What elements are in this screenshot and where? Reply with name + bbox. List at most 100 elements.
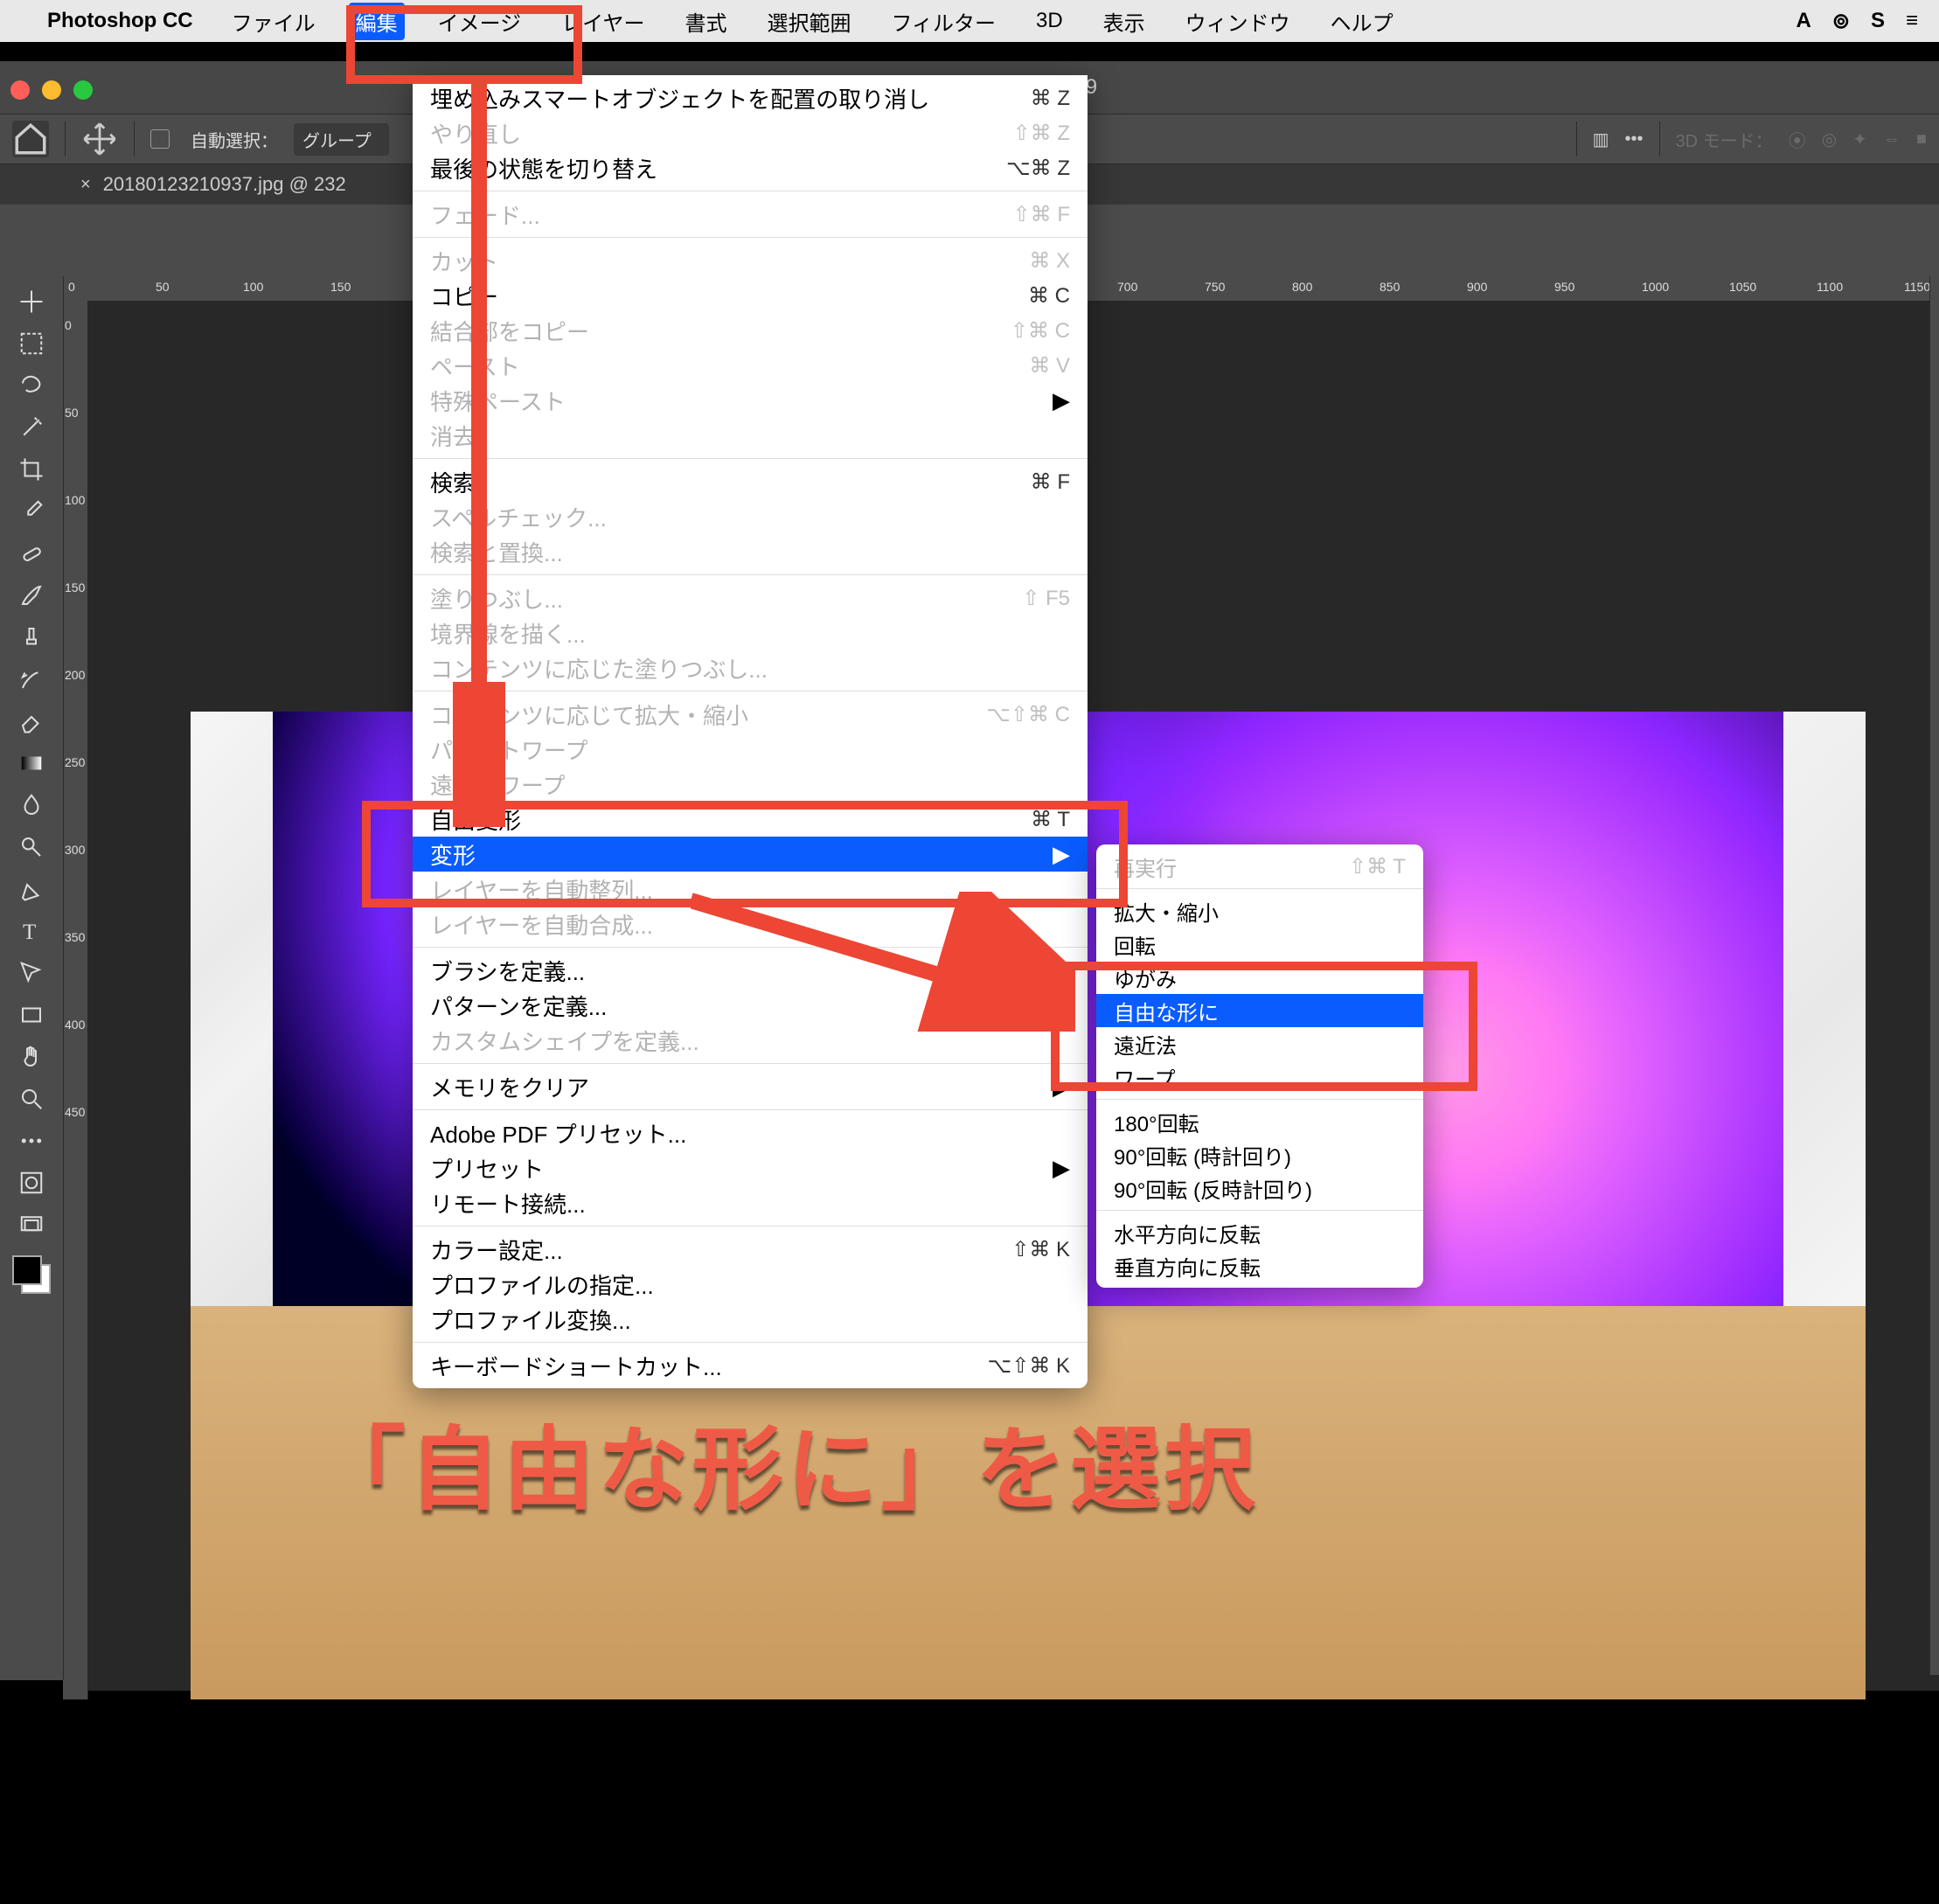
- menu-item[interactable]: キーボードショートカット...⌥⇧⌘ K: [413, 1348, 1088, 1383]
- menu-item[interactable]: 変形▶: [413, 837, 1088, 872]
- menu-window[interactable]: ウィンドウ: [1178, 3, 1297, 40]
- dodge-tool[interactable]: [14, 827, 49, 867]
- transform-submenu: 再実行⇧⌘ T拡大・縮小回転ゆがみ自由な形に遠近法ワープ180°回転90°回転 …: [1096, 844, 1423, 1288]
- cc-icon[interactable]: ⊚: [1832, 9, 1850, 34]
- ruler-vertical[interactable]: 050100150200250300350400450: [63, 301, 88, 1699]
- 3d-roll-icon[interactable]: ◎: [1822, 129, 1837, 150]
- eyedropper-tool[interactable]: [14, 491, 49, 532]
- menu-item[interactable]: プロファイルの指定...: [413, 1267, 1088, 1302]
- edit-toolbar-tool[interactable]: [14, 1121, 49, 1161]
- submenu-item[interactable]: 拡大・縮小: [1096, 894, 1423, 928]
- adobe-fonts-icon[interactable]: A: [1797, 9, 1811, 34]
- move-tool[interactable]: [14, 281, 49, 322]
- s-icon[interactable]: S: [1871, 9, 1885, 34]
- menu-item[interactable]: 検索⌘ F: [413, 464, 1088, 499]
- submenu-item[interactable]: 垂直方向に反転: [1096, 1249, 1423, 1282]
- zoom-tool[interactable]: [14, 1079, 49, 1119]
- menu-item[interactable]: ブラシを定義...: [413, 953, 1088, 988]
- menu-item[interactable]: メモリをクリア▶: [413, 1069, 1088, 1104]
- marquee-tool[interactable]: [14, 323, 49, 364]
- menu-item[interactable]: 最後の状態を切り替え⌥⌘ Z: [413, 150, 1088, 185]
- panel-dock-edge[interactable]: [1929, 276, 1939, 1675]
- 3d-orbit-icon[interactable]: ⦿: [1789, 127, 1806, 152]
- auto-select-dropdown[interactable]: グループ: [294, 123, 389, 156]
- submenu-item[interactable]: 遠近法: [1096, 1027, 1423, 1060]
- 3d-slide-icon[interactable]: ⇔: [1883, 129, 1901, 149]
- app-name[interactable]: Photoshop CC: [47, 9, 193, 33]
- submenu-item: 再実行⇧⌘ T: [1096, 850, 1423, 883]
- zoom-window-button[interactable]: [73, 80, 93, 100]
- menu-item[interactable]: 自由変形⌘ T: [413, 802, 1088, 837]
- menu-item: レイヤーを自動合成...: [413, 907, 1088, 942]
- separator: [1576, 122, 1577, 156]
- separator: [1659, 122, 1660, 156]
- menu-view[interactable]: 表示: [1096, 3, 1152, 40]
- tray-icon[interactable]: ≡: [1906, 9, 1918, 34]
- 3d-mode-label: 3D モード：: [1676, 127, 1773, 152]
- menu-item: 消去: [413, 418, 1088, 453]
- menu-item[interactable]: プロファイル変換...: [413, 1302, 1088, 1337]
- rectangle-tool[interactable]: [14, 995, 49, 1035]
- menu-item: コンテンツに応じて拡大・縮小⌥⇧⌘ C: [413, 697, 1088, 732]
- submenu-item[interactable]: ワープ: [1096, 1060, 1423, 1094]
- submenu-item[interactable]: 180°回転: [1096, 1105, 1423, 1138]
- toolbox: T: [0, 276, 64, 1680]
- menu-help[interactable]: ヘルプ: [1324, 3, 1400, 40]
- submenu-item[interactable]: 90°回転 (反時計回り): [1096, 1171, 1423, 1205]
- submenu-item[interactable]: ゆがみ: [1096, 961, 1423, 994]
- menu-layer[interactable]: レイヤー: [554, 3, 651, 40]
- gradient-tool[interactable]: [14, 743, 49, 783]
- brush-tool[interactable]: [14, 575, 49, 615]
- path-tool[interactable]: [14, 953, 49, 993]
- blur-tool[interactable]: [14, 785, 49, 825]
- menu-item: やり直し⇧⌘ Z: [413, 115, 1088, 150]
- pen-tool[interactable]: [14, 869, 49, 909]
- move-tool-icon[interactable]: [81, 121, 118, 157]
- doc-preset-icon[interactable]: ▥: [1593, 129, 1609, 150]
- menu-type[interactable]: 書式: [678, 3, 733, 40]
- color-swatch[interactable]: [12, 1255, 51, 1294]
- heal-tool[interactable]: [14, 533, 49, 573]
- lasso-tool[interactable]: [14, 365, 49, 406]
- menu-item[interactable]: 埋め込みスマートオブジェクトを配置の取り消し⌘ Z: [413, 80, 1088, 115]
- 3d-pan-icon[interactable]: ✦: [1852, 129, 1867, 150]
- type-tool[interactable]: T: [14, 911, 49, 951]
- menu-item: パペットワープ: [413, 732, 1088, 767]
- menu-item[interactable]: カラー設定...⇧⌘ K: [413, 1232, 1088, 1267]
- submenu-item[interactable]: 水平方向に反転: [1096, 1216, 1423, 1249]
- menu-item[interactable]: プリセット▶: [413, 1150, 1088, 1185]
- menu-item[interactable]: パターンを定義...: [413, 988, 1088, 1023]
- submenu-item[interactable]: 90°回転 (時計回り): [1096, 1138, 1423, 1171]
- menu-file[interactable]: ファイル: [225, 3, 323, 40]
- menu-filter[interactable]: フィルター: [884, 3, 1003, 40]
- minimize-window-button[interactable]: [42, 80, 61, 100]
- menu-item: 遠近法ワープ: [413, 767, 1088, 802]
- more-icon[interactable]: •••: [1625, 129, 1644, 149]
- menu-item[interactable]: Adobe PDF プリセット...: [413, 1115, 1088, 1150]
- auto-select-checkbox[interactable]: [150, 129, 170, 149]
- menu-edit[interactable]: 編集: [349, 3, 405, 40]
- 3d-camera-icon[interactable]: ■: [1916, 129, 1927, 149]
- close-tab-icon[interactable]: ×: [80, 175, 91, 195]
- menu-3d[interactable]: 3D: [1029, 5, 1070, 37]
- submenu-item[interactable]: 回転: [1096, 928, 1423, 961]
- document-tab-label: 20180123210937.jpg @ 232: [103, 173, 346, 196]
- screen-mode-tool[interactable]: [14, 1205, 49, 1245]
- menu-item: 結合部をコピー⇧⌘ C: [413, 313, 1088, 348]
- stamp-tool[interactable]: [14, 617, 49, 657]
- eraser-tool[interactable]: [14, 701, 49, 741]
- submenu-item[interactable]: 自由な形に: [1096, 994, 1423, 1027]
- history-brush-tool[interactable]: [14, 659, 49, 699]
- menu-image[interactable]: イメージ: [431, 3, 529, 40]
- menu-item[interactable]: リモート接続...: [413, 1185, 1088, 1220]
- hand-tool[interactable]: [14, 1037, 49, 1077]
- crop-tool[interactable]: [14, 449, 49, 490]
- menu-select[interactable]: 選択範囲: [760, 3, 858, 40]
- menu-item[interactable]: コピー⌘ C: [413, 278, 1088, 313]
- quick-mask-tool[interactable]: [14, 1163, 49, 1203]
- close-window-button[interactable]: [10, 80, 30, 100]
- svg-text:T: T: [23, 921, 36, 944]
- menu-item: 検索と置換...: [413, 534, 1088, 569]
- home-button[interactable]: [12, 121, 49, 157]
- magic-wand-tool[interactable]: [14, 407, 49, 448]
